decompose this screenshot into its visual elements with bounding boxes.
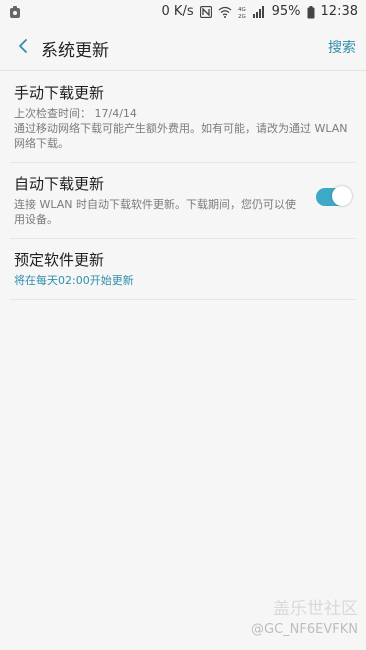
chevron-left-icon — [19, 39, 27, 53]
divider — [10, 299, 356, 300]
clock: 12:38 — [320, 4, 358, 19]
wifi-icon — [218, 6, 232, 18]
signal-icon: 4G 2G — [238, 5, 266, 19]
watermark-user: @GC_NF6EVFKN — [251, 622, 358, 637]
manual-download-title: 手动下载更新 — [14, 84, 105, 102]
auto-download-item[interactable]: 自动下载更新 连接 WLAN 时自动下载软件更新。下载期间，您仍可以使用设备。 — [0, 163, 366, 238]
scheduled-update-item[interactable]: 预定软件更新 将在每天02:00开始更新 — [0, 239, 366, 299]
watermark: 盖乐世社区 @GC_NF6EVFKN — [251, 598, 358, 640]
notification-icon — [8, 4, 22, 18]
auto-download-toggle[interactable] — [316, 186, 352, 206]
settings-list: 手动下载更新 上次检查时间： 17/4/14 通过移动网络下载可能产生额外费用。… — [0, 72, 366, 300]
scheduled-update-time: 将在每天02:00开始更新 — [14, 274, 134, 287]
battery-icon — [307, 5, 315, 19]
svg-text:2G: 2G — [238, 14, 246, 19]
manual-download-item[interactable]: 手动下载更新 上次检查时间： 17/4/14 通过移动网络下载可能产生额外费用。… — [0, 72, 366, 162]
battery-level: 95% — [271, 4, 301, 19]
status-bar: 0 K/s 4G 2G 95% 12:38 — [0, 0, 366, 24]
status-indicators: 0 K/s 4G 2G 95% 12:38 — [162, 3, 358, 21]
last-check-text: 上次检查时间： 17/4/14 — [14, 107, 137, 120]
svg-text:4G: 4G — [238, 7, 246, 13]
auto-download-description: 连接 WLAN 时自动下载软件更新。下载期间，您仍可以使用设备。 — [14, 198, 297, 226]
scheduled-update-title: 预定软件更新 — [14, 251, 105, 269]
search-button[interactable]: 搜索 — [328, 37, 356, 57]
manual-download-description: 通过移动网络下载可能产生额外费用。如有可能，请改为通过 WLAN 网络下载。 — [14, 122, 348, 150]
back-button[interactable] — [10, 33, 36, 59]
nfc-icon — [199, 6, 212, 18]
auto-download-title: 自动下载更新 — [14, 175, 105, 193]
page-title: 系统更新 — [41, 41, 109, 61]
network-speed: 0 K/s — [161, 4, 194, 19]
toggle-knob — [332, 186, 352, 206]
app-bar: 系统更新 搜索 — [0, 24, 366, 71]
watermark-brand: 盖乐世社区 — [273, 599, 358, 619]
